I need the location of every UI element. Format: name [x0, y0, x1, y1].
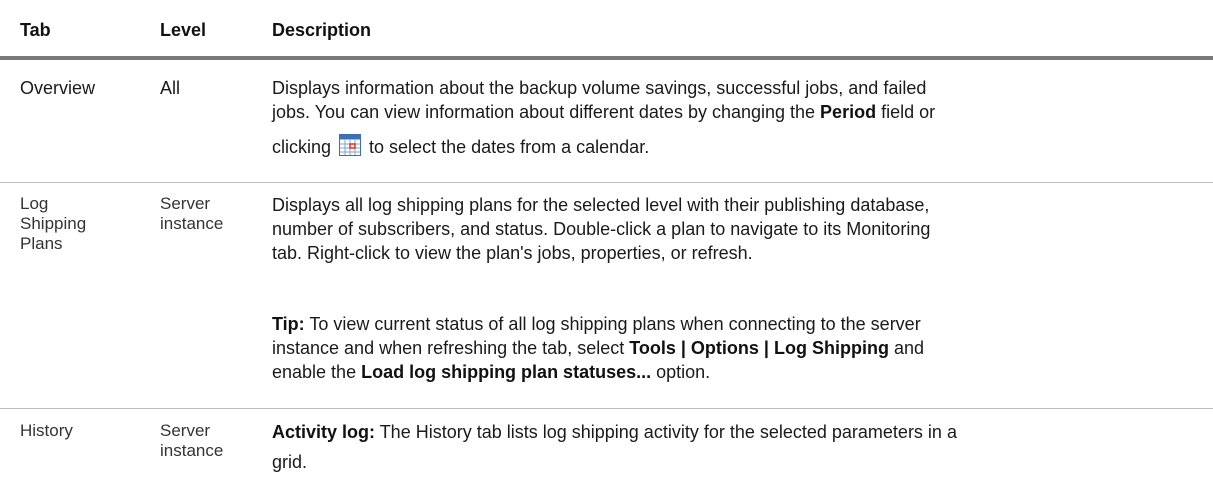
row-divider: [0, 408, 1213, 409]
row-log-shipping-tip: Tip: To view current status of all log s…: [272, 314, 924, 382]
row-divider: [0, 182, 1213, 183]
header-tab: Tab: [20, 20, 51, 40]
header-description: Description: [272, 20, 372, 40]
row-history-description: Activity log: The History tab lists log …: [272, 422, 957, 472]
calendar-icon[interactable]: [339, 134, 362, 156]
row-history-level: Server instance: [160, 421, 224, 460]
header-level: Level: [160, 20, 207, 40]
row-overview-tab: Overview: [20, 78, 96, 98]
row-log-shipping-level: Server instance: [160, 194, 224, 233]
row-log-shipping-tab: Log Shipping Plans: [20, 194, 87, 253]
row-history-tab: History: [20, 421, 73, 440]
row-log-shipping-description: Displays all log shipping plans for the …: [272, 195, 931, 263]
table-header: Tab Level Description: [0, 0, 1213, 56]
row-overview-description: Displays information about the backup vo…: [272, 78, 936, 157]
header-rule: [0, 56, 1213, 60]
row-overview-level: All: [160, 78, 181, 98]
tabs-description-table: Tab Level Description Overview All Displ…: [0, 0, 1213, 484]
